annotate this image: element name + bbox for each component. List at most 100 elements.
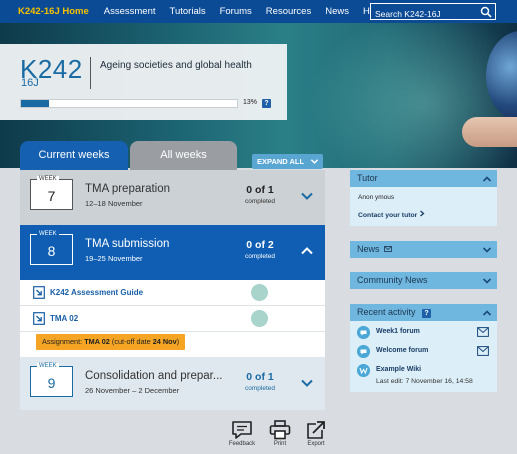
forum-icon [357, 326, 370, 339]
activity-link[interactable]: K242 Assessment Guide [50, 288, 143, 297]
week-completion-count: 0 of 1 [246, 184, 274, 196]
week-title[interactable]: TMA submission [85, 238, 169, 250]
course-divider [90, 57, 91, 89]
wiki-icon [357, 364, 370, 377]
feedback-label: Feedback [228, 441, 256, 447]
week-completion-count: 0 of 2 [246, 239, 274, 251]
contact-tutor-link[interactable]: Contact your tutor [358, 210, 425, 219]
community-news-heading: Community News [357, 275, 428, 285]
nav-news-link[interactable]: News [325, 6, 349, 17]
news-block-header[interactable]: News [350, 241, 497, 258]
assignment-name: TMA 02 [84, 337, 110, 346]
activity-item[interactable]: TMA 02 [20, 306, 325, 332]
recent-activity-block-header[interactable]: Recent activity ? [350, 304, 497, 321]
assignment-cutoff-suffix: ) [176, 337, 180, 346]
document-icon [33, 286, 45, 299]
nav-home-link[interactable]: K242-16J Home [18, 6, 89, 17]
print-label: Print [273, 441, 287, 447]
tutor-block-header[interactable]: Tutor [350, 170, 497, 187]
chevron-down-icon [310, 159, 319, 164]
expand-all-button[interactable]: EXPAND ALL [252, 154, 323, 169]
week-completion-label: completed [245, 385, 275, 392]
recent-activity-item[interactable]: Week1 forum [357, 326, 490, 340]
chevron-up-icon[interactable] [482, 308, 492, 318]
activity-item[interactable]: K242 Assessment Guide [20, 280, 325, 306]
nav-forums-link[interactable]: Forums [220, 6, 252, 17]
week-label: WEEK [37, 231, 59, 237]
nav-assessment-link[interactable]: Assessment [104, 6, 156, 17]
feedback-icon [232, 421, 252, 439]
document-icon [33, 312, 45, 325]
week-number-box: WEEK 7 [30, 176, 73, 210]
recent-activity-block: Week1 forum Welcome forum Example Wiki L… [350, 321, 497, 392]
week-number-box: WEEK 8 [30, 231, 73, 265]
weeks-panel: WEEK 7 TMA preparation 12–18 November 0 … [20, 170, 325, 410]
week-label: WEEK [37, 363, 59, 369]
completion-checkbox[interactable] [251, 284, 268, 301]
week-completion-label: completed [245, 253, 275, 260]
activity-link[interactable]: TMA 02 [50, 314, 78, 323]
search-icon[interactable] [480, 6, 492, 18]
week-label: WEEK [37, 176, 59, 182]
search-input[interactable] [371, 6, 476, 22]
chevron-right-icon [420, 210, 425, 217]
mail-icon [384, 246, 392, 252]
recent-activity-link[interactable]: Example Wiki [376, 366, 421, 373]
recent-activity-link[interactable]: Week1 forum [376, 328, 420, 335]
info-icon[interactable]: ? [422, 309, 432, 318]
week-title[interactable]: TMA preparation [85, 183, 170, 195]
chevron-down-icon[interactable] [482, 245, 492, 255]
print-button[interactable]: Print [263, 420, 297, 454]
week-number: 9 [47, 375, 56, 391]
recent-activity-item[interactable]: Welcome forum [357, 345, 490, 359]
week-number: 7 [47, 188, 56, 204]
recent-activity-item[interactable]: Example Wiki [357, 364, 490, 378]
tutor-block: Anon ymous Contact your tutor [350, 187, 497, 226]
top-navigation: K242-16J Home Assessment Tutorials Forum… [0, 0, 517, 23]
chevron-down-icon[interactable] [300, 376, 314, 390]
info-icon[interactable]: ? [262, 99, 271, 108]
tab-all-weeks[interactable]: All weeks [130, 141, 237, 170]
week-number-box: WEEK 9 [30, 363, 73, 397]
week-row-9[interactable]: WEEK 9 Consolidation and prepar... 26 No… [20, 357, 325, 410]
news-heading: News [357, 244, 380, 254]
chevron-up-icon[interactable] [482, 174, 492, 184]
printer-icon [269, 420, 291, 440]
tab-current-weeks[interactable]: Current weeks [20, 141, 128, 170]
last-edit-timestamp: Last edit: 7 November 16, 14:58 [376, 378, 473, 385]
course-progress-fill [21, 100, 50, 107]
chevron-down-icon[interactable] [482, 276, 492, 286]
course-header: K242 16J Ageing societies and global hea… [0, 44, 287, 120]
recent-activity-link[interactable]: Welcome forum [376, 347, 428, 354]
assignment-prefix: Assignment: [42, 337, 85, 346]
tutor-name: Anon ymous [358, 194, 395, 201]
course-progress-bar [20, 99, 238, 108]
hand-image [462, 117, 517, 147]
week-row-8[interactable]: WEEK 8 TMA submission 19–25 November 0 o… [20, 225, 325, 280]
week-title[interactable]: Consolidation and prepar... [85, 370, 222, 382]
assignment-deadline-badge[interactable]: Assignment: TMA 02 (cut-off date 24 Nov) [36, 334, 186, 350]
chevron-down-icon[interactable] [300, 189, 314, 203]
course-progress-percent: 13% [243, 99, 258, 106]
week-dates: 19–25 November [85, 254, 143, 263]
export-label: Export [307, 441, 325, 447]
export-button[interactable]: Export [299, 420, 333, 454]
week-row-7[interactable]: WEEK 7 TMA preparation 12–18 November 0 … [20, 170, 325, 225]
expand-all-label: EXPAND ALL [257, 157, 305, 166]
week-completion-label: completed [245, 198, 275, 205]
community-news-block-header[interactable]: Community News [350, 272, 497, 289]
completion-checkbox[interactable] [251, 310, 268, 327]
nav-tutorials-link[interactable]: Tutorials [170, 6, 206, 17]
chevron-up-icon[interactable] [300, 244, 314, 258]
assignment-cutoff-prefix: (cut-off date [109, 337, 153, 346]
mail-icon[interactable] [477, 327, 489, 337]
feedback-button[interactable]: Feedback [225, 420, 259, 454]
course-title: Ageing societies and global health [100, 60, 252, 71]
mail-icon[interactable] [477, 346, 489, 356]
recent-activity-heading: Recent activity [357, 307, 416, 317]
week-completion-count: 0 of 1 [246, 371, 274, 383]
nav-resources-link[interactable]: Resources [266, 6, 311, 17]
course-presentation: 16J [21, 77, 39, 89]
week-number: 8 [47, 243, 56, 259]
forum-icon [357, 345, 370, 358]
